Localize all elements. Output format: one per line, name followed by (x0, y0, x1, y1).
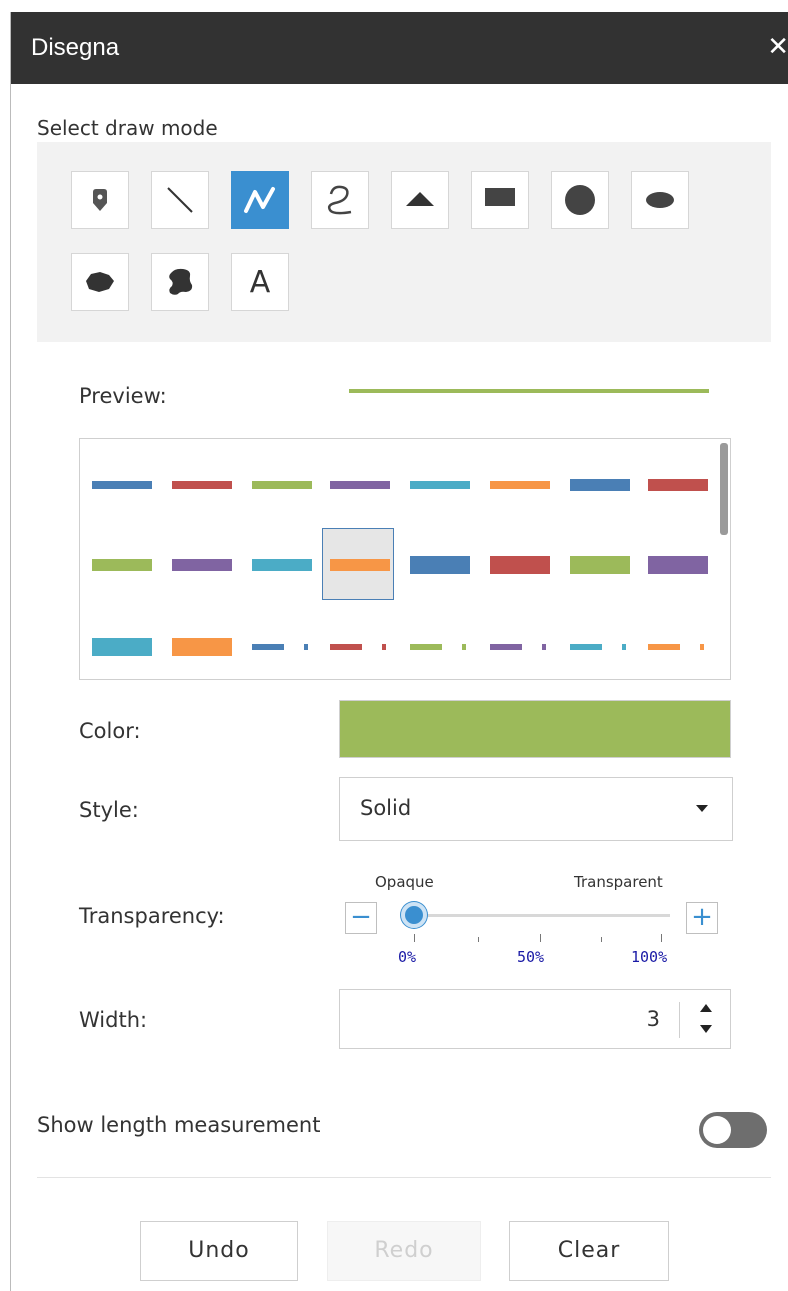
preview-label: Preview: (79, 384, 167, 408)
redo-button[interactable]: Redo (327, 1221, 481, 1281)
clear-button[interactable]: Clear (509, 1221, 669, 1281)
style-select[interactable]: Solid (339, 777, 733, 841)
line-symbol-swatch[interactable] (330, 481, 390, 489)
width-label: Width: (79, 1008, 148, 1032)
window-title: Disegna (31, 34, 120, 61)
tick-label-100: 100% (631, 948, 668, 966)
divider (37, 1177, 771, 1178)
decrement-arrow-icon[interactable] (700, 1025, 712, 1033)
color-picker-swatch[interactable] (339, 700, 731, 758)
draw-mode-triangle-button[interactable] (391, 171, 449, 229)
line-symbol-gallery (79, 438, 731, 680)
line-symbol-swatch[interactable] (172, 638, 232, 656)
measurement-label: Show length measurement (37, 1113, 321, 1137)
line-symbol-swatch[interactable] (410, 644, 470, 650)
opaque-caption: Opaque (375, 873, 434, 891)
transparency-slider-track[interactable] (414, 914, 670, 917)
draw-mode-label: Select draw mode (37, 116, 218, 140)
ellipse-icon (646, 192, 674, 208)
draw-mode-point-button[interactable] (71, 171, 129, 229)
line-symbol-swatch[interactable] (92, 481, 152, 489)
line-symbol-swatch[interactable] (252, 559, 312, 571)
line-symbol-swatch[interactable] (490, 556, 550, 574)
line-symbol-swatch[interactable] (330, 559, 390, 571)
draw-mode-freehand-line-button[interactable] (311, 171, 369, 229)
undo-button[interactable]: Undo (140, 1221, 298, 1281)
width-value[interactable]: 3 (647, 1007, 660, 1031)
increment-arrow-icon[interactable] (700, 1004, 712, 1012)
line-symbol-swatch[interactable] (92, 559, 152, 571)
close-icon[interactable]: ✕ (767, 32, 788, 62)
transparency-increase-button[interactable]: + (686, 902, 718, 934)
draw-mode-line-button[interactable] (151, 171, 209, 229)
slider-tick (540, 934, 541, 942)
line-symbol-swatch[interactable] (490, 644, 550, 650)
draw-mode-polyline-button[interactable] (231, 171, 289, 229)
line-symbol-swatch[interactable] (648, 556, 708, 574)
draw-mode-rectangle-button[interactable] (471, 171, 529, 229)
draw-mode-polygon-button[interactable] (71, 253, 129, 311)
width-stepper[interactable]: 3 (339, 989, 731, 1049)
line-symbol-swatch[interactable] (410, 481, 470, 489)
stepper-divider (679, 1002, 680, 1038)
line-symbol-swatch[interactable] (490, 481, 550, 489)
freehand-line-icon (327, 185, 352, 215)
freehand-polygon-icon (169, 268, 193, 295)
text-icon: A (249, 264, 271, 300)
draw-mode-toolbar: A (37, 142, 771, 342)
map-pin-icon (93, 189, 107, 211)
draw-mode-freehand-polygon-button[interactable] (151, 253, 209, 311)
line-symbol-swatch[interactable] (570, 644, 630, 650)
gallery-scrollbar[interactable] (720, 443, 728, 535)
style-select-value: Solid (360, 796, 412, 820)
measurement-toggle[interactable] (699, 1112, 767, 1148)
draw-mode-ellipse-button[interactable] (631, 171, 689, 229)
title-bar: Disegna ✕ (11, 12, 788, 84)
slider-tick (414, 934, 415, 942)
draw-mode-text-button[interactable]: A (231, 253, 289, 311)
transparency-label: Transparency: (79, 904, 225, 928)
draw-mode-circle-button[interactable] (551, 171, 609, 229)
line-symbol-swatch[interactable] (570, 556, 630, 574)
line-symbol-swatch[interactable] (410, 556, 470, 574)
polygon-icon (86, 272, 114, 292)
polyline-icon (244, 187, 275, 213)
line-icon (167, 187, 193, 213)
slider-tick (661, 934, 662, 942)
rectangle-icon (485, 188, 515, 206)
chevron-down-icon (696, 805, 708, 812)
line-symbol-swatch[interactable] (252, 644, 312, 650)
line-symbol-swatch[interactable] (172, 481, 232, 489)
color-label: Color: (79, 719, 141, 743)
line-symbol-swatch[interactable] (252, 481, 312, 489)
line-symbol-swatch[interactable] (172, 559, 232, 571)
line-symbol-swatch[interactable] (570, 479, 630, 491)
tick-label-0: 0% (398, 948, 417, 966)
draw-panel: Disegna ✕ Select draw mode A Preview: Co… (10, 12, 788, 1291)
line-symbol-swatch[interactable] (648, 644, 708, 650)
style-label: Style: (79, 798, 139, 822)
transparent-caption: Transparent (574, 873, 663, 891)
line-symbol-swatch[interactable] (92, 638, 152, 656)
slider-tick (601, 937, 602, 942)
toggle-knob (703, 1116, 731, 1144)
transparency-decrease-button[interactable]: − (345, 902, 377, 934)
transparency-slider-thumb[interactable] (401, 902, 427, 928)
slider-tick (478, 937, 479, 942)
line-symbol-swatch[interactable] (648, 479, 708, 491)
line-symbol-swatch[interactable] (330, 644, 390, 650)
circle-icon (565, 185, 595, 215)
tick-label-50: 50% (517, 948, 545, 966)
triangle-icon (406, 192, 434, 206)
preview-line (349, 389, 709, 393)
